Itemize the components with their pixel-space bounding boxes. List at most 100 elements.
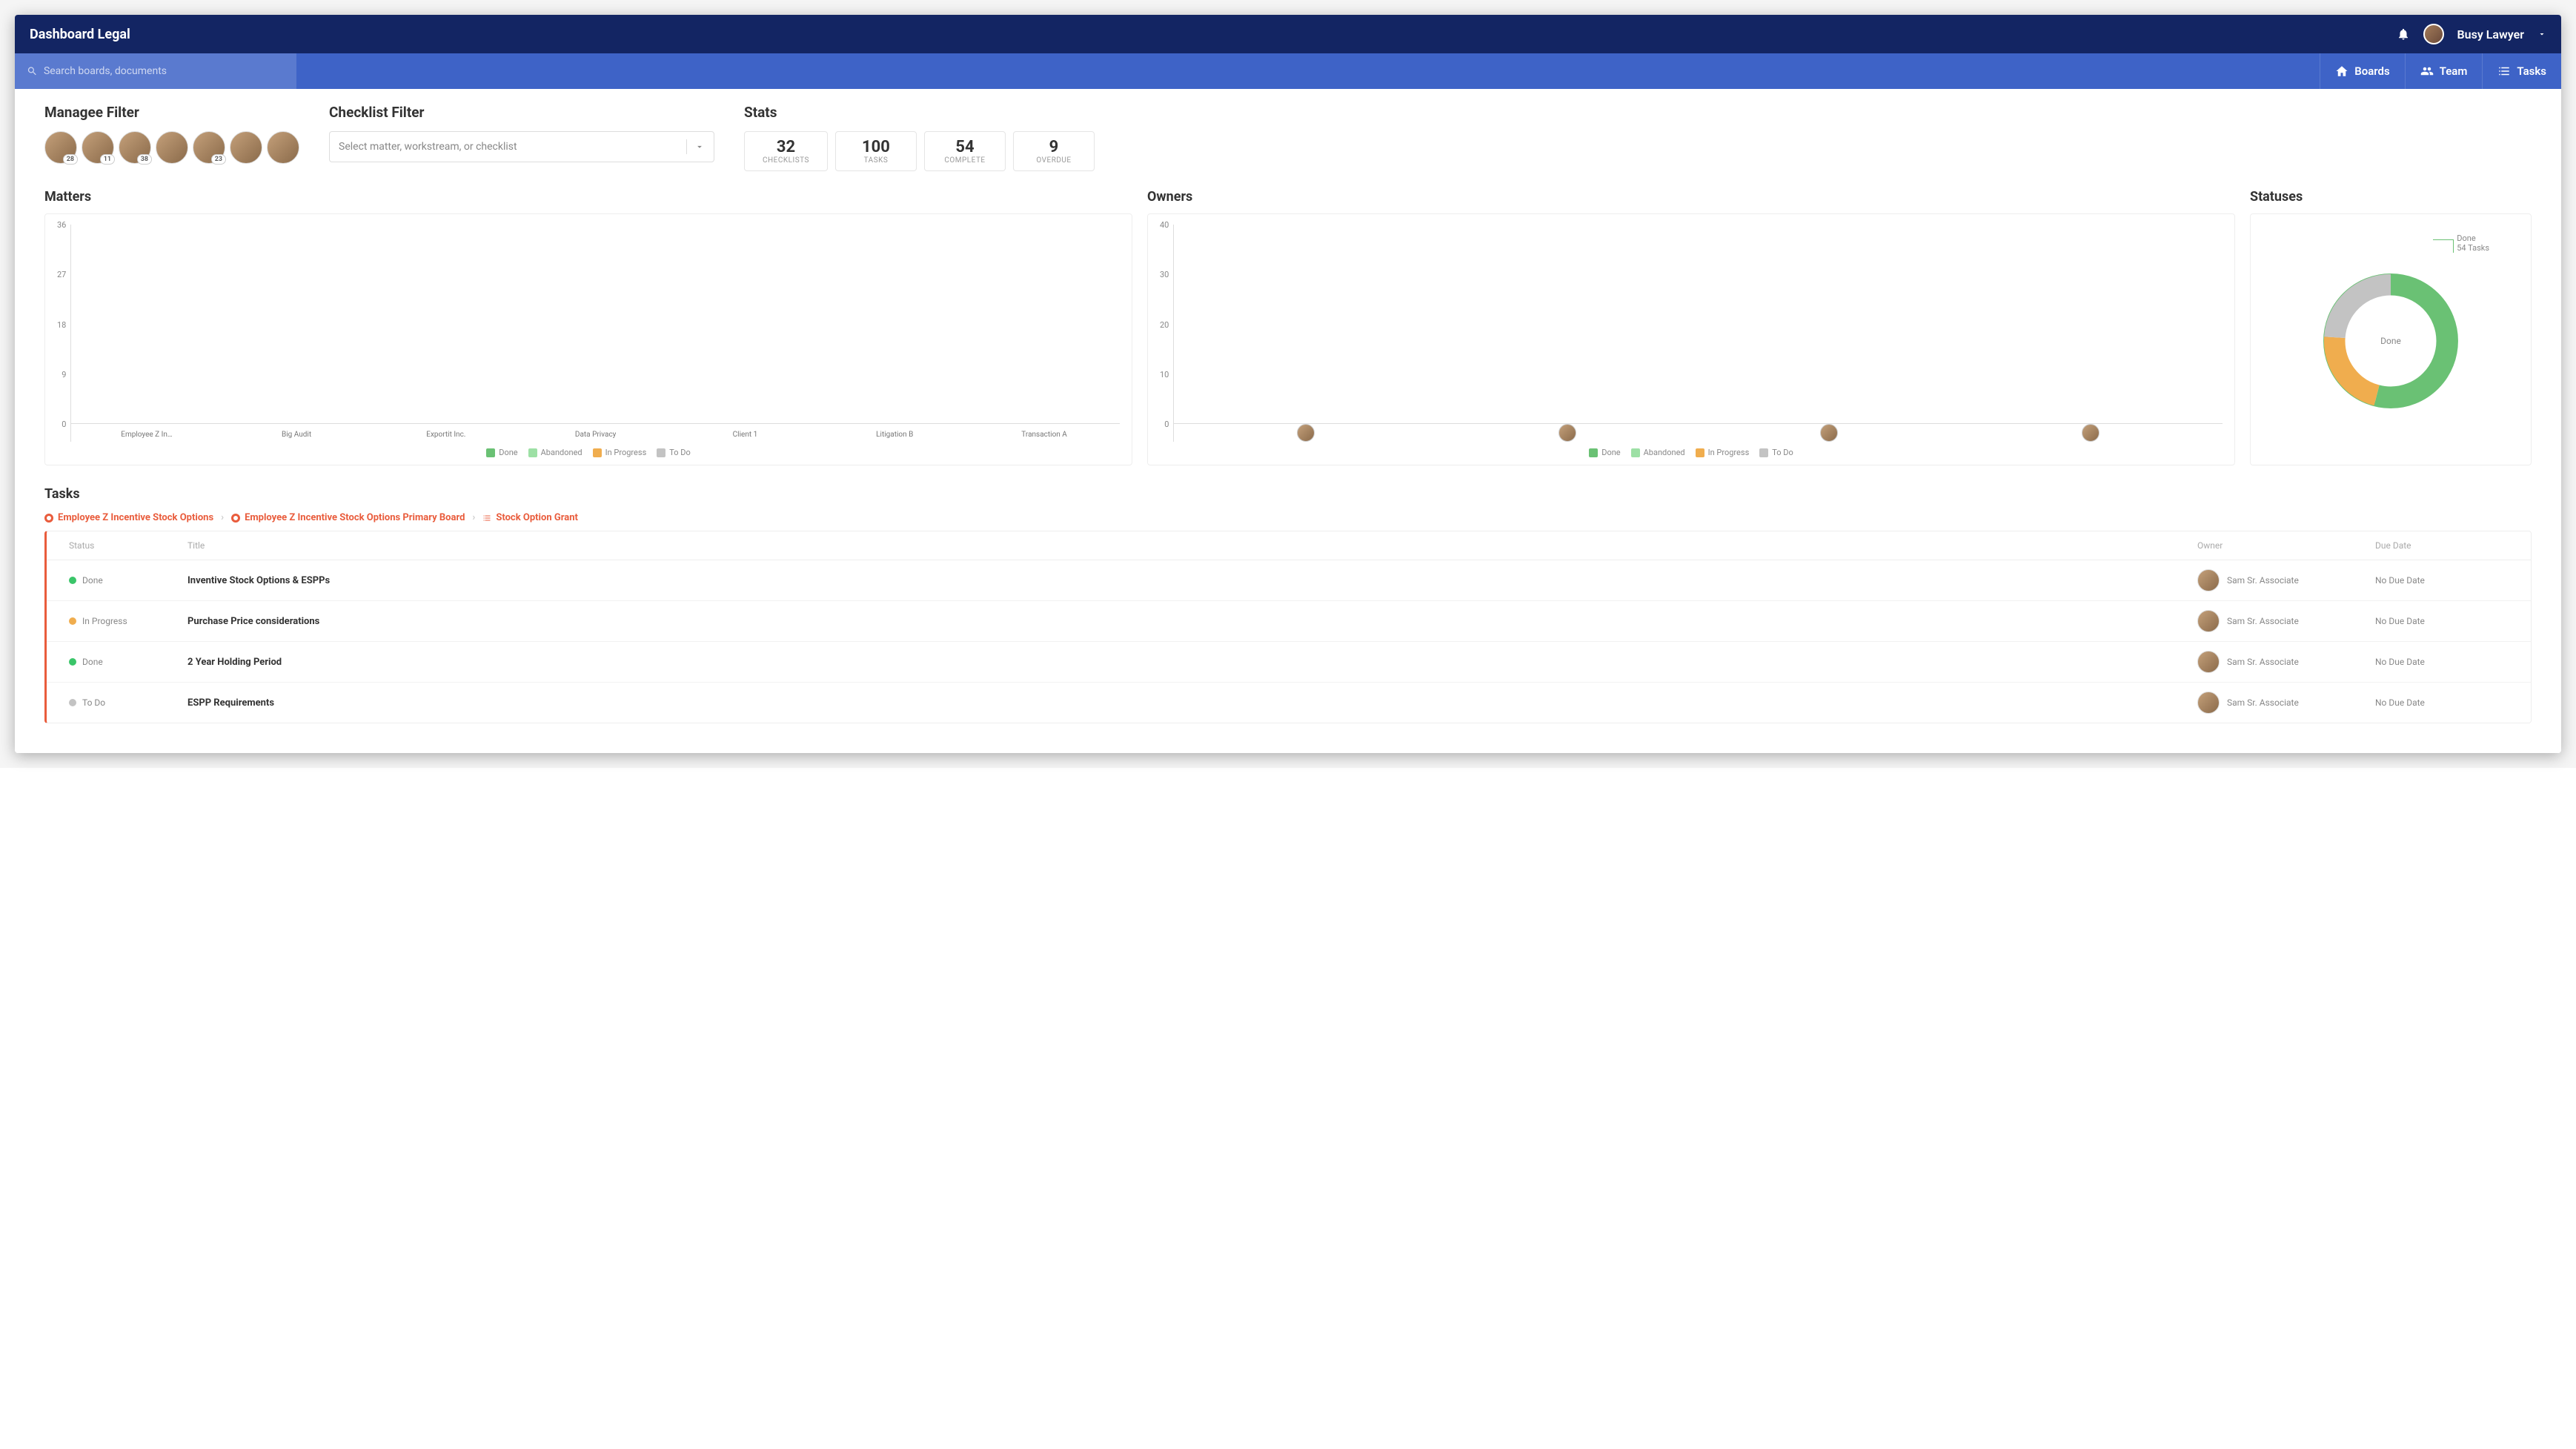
status-cell: To Do (69, 697, 173, 708)
status-dot (69, 617, 76, 625)
matters-panel: Matters 36271890Employee Z Ince...Big Au… (44, 189, 1132, 465)
nav-team-label: Team (2440, 64, 2468, 78)
bell-icon[interactable] (2397, 27, 2410, 41)
brand-title: Dashboard Legal (30, 27, 130, 42)
donut-label-title: Done (2457, 233, 2489, 243)
th-status: Status (69, 540, 173, 551)
task-title: ESPP Requirements (187, 697, 2182, 709)
status-dot (69, 699, 76, 706)
legend-item: To Do (1759, 448, 1793, 457)
legend-swatch (657, 448, 665, 457)
legend-item: Abandoned (528, 448, 582, 457)
legend-label: Abandoned (541, 448, 582, 457)
legend-item: Abandoned (1631, 448, 1685, 457)
table-row[interactable]: In Progress Purchase Price consideration… (47, 601, 2531, 642)
bar-label: Client 1 (733, 428, 758, 442)
search-input[interactable] (44, 65, 285, 77)
managee-avatar[interactable]: 38 (119, 131, 151, 164)
owner-name: Sam Sr. Associate (2227, 616, 2299, 626)
circle-icon (231, 514, 240, 523)
managee-avatar[interactable]: 28 (44, 131, 77, 164)
table-row[interactable]: Done 2 Year Holding Period Sam Sr. Assoc… (47, 642, 2531, 683)
legend-label: In Progress (605, 448, 647, 457)
bar-column: Litigation B (825, 424, 964, 442)
topbar: Dashboard Legal Busy Lawyer (15, 15, 2561, 53)
nav-boards-label: Boards (2354, 64, 2389, 78)
user-avatar[interactable] (2423, 24, 2444, 44)
legend-swatch (1696, 448, 1704, 457)
breadcrumb-item[interactable]: Stock Option Grant (482, 512, 578, 523)
tasks-icon (2497, 64, 2511, 78)
status-dot (69, 577, 76, 584)
stats-block: Stats 32CHECKLISTS100TASKS54COMPLETE9OVE… (744, 104, 1095, 171)
managee-avatar[interactable] (156, 131, 188, 164)
checklist-filter-title: Checklist Filter (329, 104, 714, 121)
th-title: Title (187, 540, 2182, 551)
managee-avatar[interactable] (230, 131, 262, 164)
managee-avatar[interactable]: 23 (193, 131, 225, 164)
nav-team[interactable]: Team (2405, 53, 2483, 89)
legend-swatch (593, 448, 602, 457)
bar-label: Employee Z Ince... (121, 428, 173, 442)
stats-title: Stats (744, 104, 1095, 121)
owner-avatar (2197, 569, 2220, 591)
table-row[interactable]: To Do ESPP Requirements Sam Sr. Associat… (47, 683, 2531, 723)
legend-swatch (1759, 448, 1768, 457)
owners-panel: Owners 403020100 DoneAbandonedIn Progres… (1147, 189, 2235, 465)
nav-boards[interactable]: Boards (2320, 53, 2404, 89)
matters-title: Matters (44, 189, 1132, 205)
legend-item: Done (486, 448, 517, 457)
bar-label: Big Audit (282, 428, 311, 442)
nav-tasks-label: Tasks (2517, 64, 2546, 78)
stat-num: 54 (943, 138, 987, 156)
owner-avatar (1820, 424, 1838, 442)
stat-label: CHECKLISTS (763, 156, 809, 165)
due-cell: No Due Date (2375, 575, 2509, 586)
team-icon (2420, 64, 2434, 78)
table-row[interactable]: Done Inventive Stock Options & ESPPs Sam… (47, 560, 2531, 601)
legend-swatch (528, 448, 537, 457)
status-text: To Do (82, 697, 105, 708)
owner-cell: Sam Sr. Associate (2197, 610, 2360, 632)
checklist-select[interactable]: Select matter, workstream, or checklist (329, 131, 714, 162)
avatar-badge: 28 (63, 154, 78, 165)
stat-label: OVERDUE (1032, 156, 1076, 165)
due-cell: No Due Date (2375, 657, 2509, 667)
owner-name: Sam Sr. Associate (2227, 575, 2299, 586)
stat-num: 9 (1032, 138, 1076, 156)
breadcrumb-item[interactable]: Employee Z Incentive Stock Options Prima… (231, 512, 465, 523)
due-cell: No Due Date (2375, 616, 2509, 626)
managee-avatar[interactable]: 11 (82, 131, 114, 164)
stat-card: 32CHECKLISTS (744, 131, 828, 171)
bar-column (1180, 420, 1431, 442)
bar-column: Employee Z Ince... (77, 424, 216, 442)
circle-icon (44, 514, 53, 523)
nav-tasks[interactable]: Tasks (2482, 53, 2561, 89)
chevron-down-icon[interactable] (2537, 30, 2546, 39)
chevron-right-icon: › (221, 512, 224, 523)
donut-center: Done (2380, 336, 2401, 346)
legend-label: Done (1601, 448, 1620, 457)
avatar-badge: 38 (137, 154, 152, 165)
legend-swatch (1589, 448, 1598, 457)
task-title: Inventive Stock Options & ESPPs (187, 575, 2182, 586)
status-cell: In Progress (69, 616, 173, 626)
donut-label-sub: 54 Tasks (2457, 243, 2489, 253)
chevron-right-icon: › (472, 512, 475, 523)
stat-card: 54COMPLETE (924, 131, 1006, 171)
search-wrap[interactable] (15, 53, 296, 89)
home-icon (2335, 64, 2348, 78)
bar-column (1704, 420, 1955, 442)
subnav: Boards Team Tasks (2320, 53, 2561, 89)
stat-label: COMPLETE (943, 156, 987, 165)
bar-column: Big Audit (227, 424, 366, 442)
user-name: Busy Lawyer (2457, 27, 2525, 42)
search-icon (27, 65, 38, 77)
managee-filter: Managee Filter 28113823 (44, 104, 299, 164)
breadcrumb-label: Employee Z Incentive Stock Options (58, 512, 213, 523)
managee-avatar[interactable] (267, 131, 299, 164)
breadcrumb-item[interactable]: Employee Z Incentive Stock Options (44, 512, 213, 523)
breadcrumb-label: Stock Option Grant (496, 512, 578, 523)
th-due: Due Date (2375, 540, 2509, 551)
donut-label: Done 54 Tasks (2457, 233, 2489, 253)
